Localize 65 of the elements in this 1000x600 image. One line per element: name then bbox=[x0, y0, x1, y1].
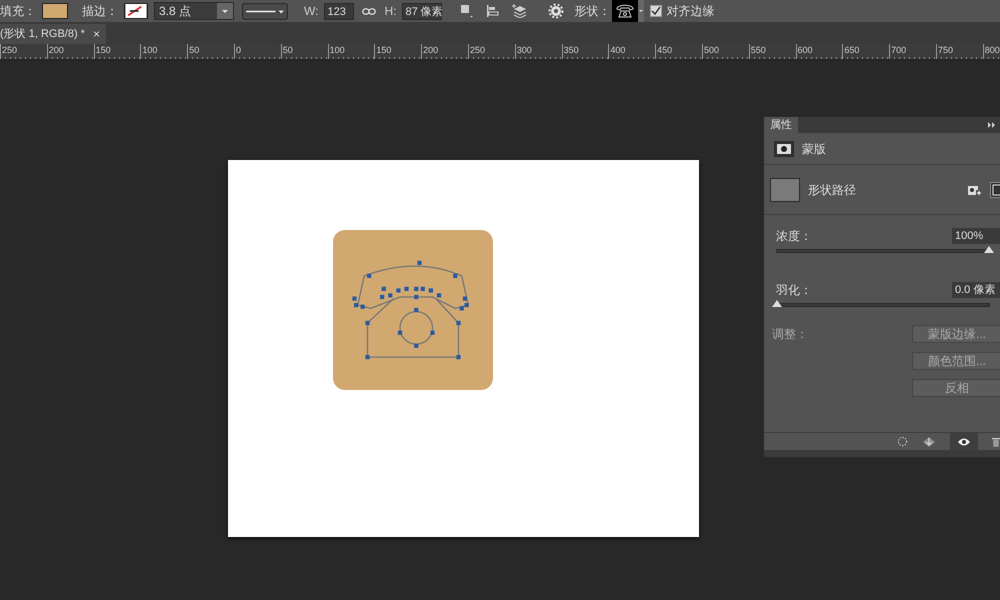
path-thumbnail bbox=[770, 178, 800, 202]
ruler-label: 600 bbox=[798, 44, 813, 56]
feather-slider-thumb[interactable] bbox=[772, 300, 782, 307]
width-field[interactable]: 123 bbox=[324, 2, 354, 20]
adjust-label: 调整： bbox=[772, 326, 809, 343]
ruler-label: 250 bbox=[2, 44, 18, 56]
ruler-label: 450 bbox=[657, 44, 672, 56]
checkbox[interactable] bbox=[650, 5, 662, 17]
eye-icon bbox=[957, 436, 971, 446]
density-field[interactable]: 100% bbox=[952, 228, 1000, 244]
density-label: 浓度： bbox=[776, 228, 812, 245]
ruler-label: 100 bbox=[330, 44, 345, 56]
document-tab[interactable]: (形状 1, RGB/8) * × bbox=[0, 24, 106, 44]
load-selection-icon[interactable] bbox=[897, 436, 908, 447]
ruler-label: 50 bbox=[282, 44, 293, 56]
ruler-label: 150 bbox=[96, 44, 111, 56]
ruler-label: 300 bbox=[516, 44, 532, 56]
add-mask-icon[interactable] bbox=[968, 184, 982, 196]
path-operations-icon[interactable] bbox=[460, 4, 474, 18]
fill-label: 填充： bbox=[0, 3, 36, 20]
feather-field[interactable]: 0.0 像素 bbox=[952, 282, 1000, 298]
close-button[interactable]: × bbox=[92, 25, 100, 43]
select-path-icon[interactable] bbox=[990, 182, 1000, 198]
check-icon bbox=[651, 6, 662, 16]
ruler-label: 550 bbox=[750, 44, 766, 56]
stroke-swatch[interactable] bbox=[124, 3, 148, 19]
ruler-label: 0 bbox=[236, 44, 241, 56]
stroke-width-dropdown[interactable]: 3.8 点 bbox=[154, 2, 234, 20]
ruler-label: 700 bbox=[891, 44, 906, 56]
height-field[interactable]: 87 像素 bbox=[402, 2, 442, 20]
ruler-label: 750 bbox=[938, 44, 953, 56]
ruler-label: 350 bbox=[564, 44, 579, 56]
height-label: H: bbox=[384, 3, 396, 20]
density-slider-thumb[interactable] bbox=[984, 246, 994, 253]
panel-menu-icon[interactable] bbox=[988, 121, 996, 129]
shape-label: 形状： bbox=[574, 3, 610, 20]
width-label: W: bbox=[304, 3, 318, 20]
mask-icon[interactable] bbox=[774, 140, 794, 156]
gear-icon[interactable] bbox=[548, 3, 564, 19]
path-label: 形状路径 bbox=[808, 182, 857, 198]
path-arrangement-icon[interactable] bbox=[512, 4, 528, 18]
ruler-label: 650 bbox=[844, 44, 860, 56]
caret-icon bbox=[217, 3, 233, 19]
ruler-label: 50 bbox=[189, 44, 200, 56]
checkbox-label: 对齐边缘 bbox=[666, 3, 714, 20]
visibility-button[interactable] bbox=[950, 432, 978, 450]
panel-tab[interactable]: 属性 bbox=[764, 117, 798, 133]
mask-label: 蒙版 bbox=[802, 140, 826, 158]
apply-mask-icon[interactable] bbox=[922, 436, 936, 448]
feather-label: 羽化： bbox=[776, 282, 812, 299]
ruler-label: 150 bbox=[376, 44, 392, 56]
line-style-dropdown[interactable] bbox=[242, 2, 288, 20]
link-icon[interactable] bbox=[362, 6, 376, 16]
ruler-label: 400 bbox=[610, 44, 626, 56]
ruler-label: 200 bbox=[48, 44, 64, 56]
stroke-label: 描边： bbox=[82, 3, 118, 20]
fill-swatch[interactable] bbox=[42, 3, 68, 19]
ruler-label: 800 bbox=[984, 44, 1000, 56]
path-alignment-icon[interactable] bbox=[486, 4, 500, 18]
ruler-label: 100 bbox=[142, 44, 158, 56]
ruler-label: 500 bbox=[704, 44, 719, 56]
ruler-label: 250 bbox=[470, 44, 485, 56]
ruler-label: 200 bbox=[423, 44, 438, 56]
trash-icon[interactable] bbox=[992, 436, 1000, 448]
shape-picker[interactable] bbox=[612, 0, 644, 22]
